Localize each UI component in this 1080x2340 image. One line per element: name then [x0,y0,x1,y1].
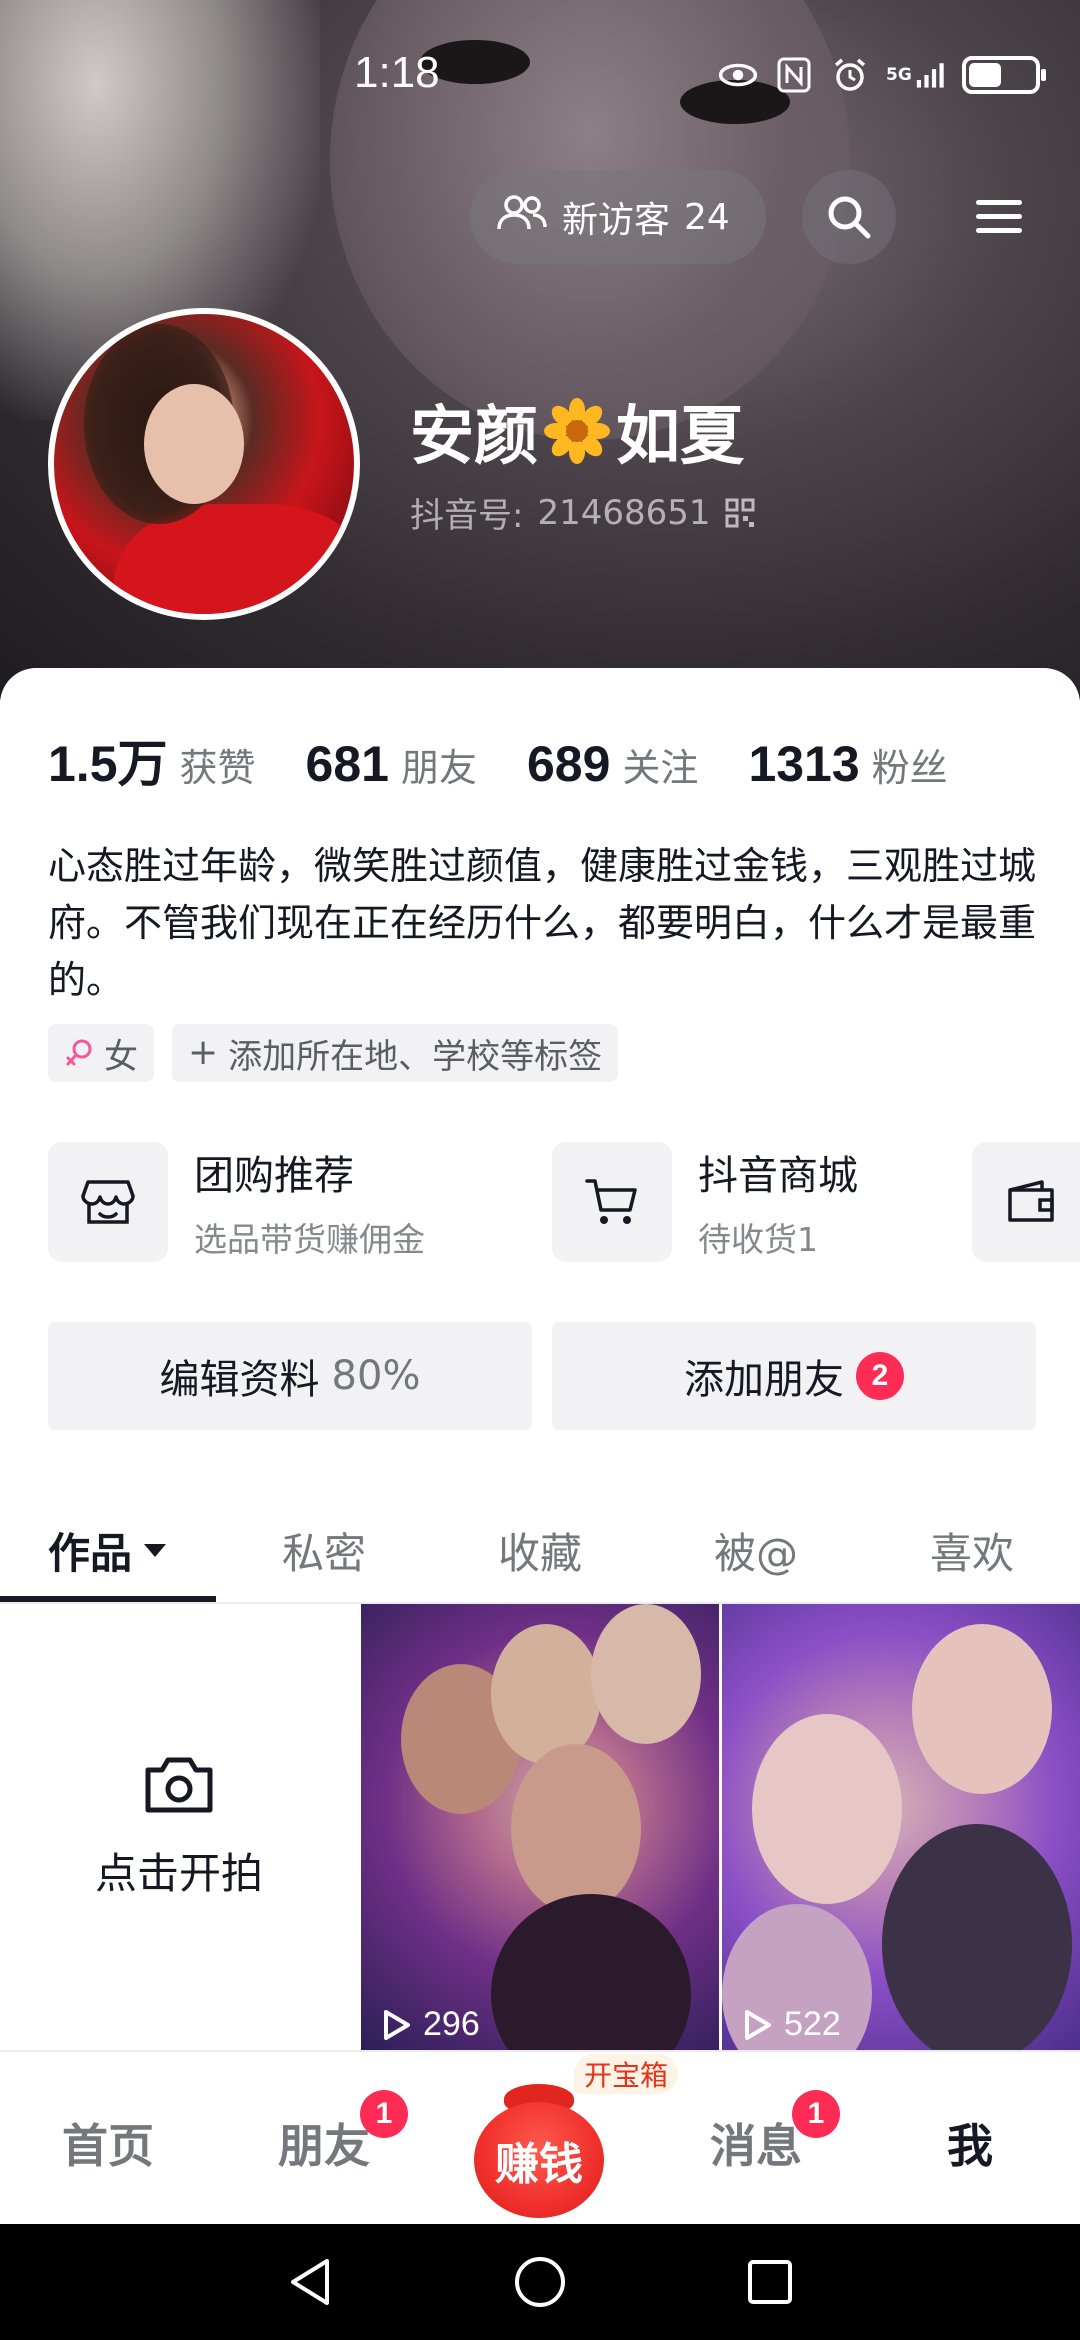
profile-avatar[interactable] [48,308,360,620]
home-button[interactable] [512,2254,568,2310]
eye-comfort-icon [718,57,758,93]
tab-favorites[interactable]: 收藏 [432,1498,648,1602]
play-count-value: 296 [423,2005,480,2043]
profile-tags: 女 + 添加所在地、学校等标签 [48,1024,619,1082]
play-icon [745,2009,771,2040]
douyin-id-label: 抖音号: [410,496,524,536]
nickname-part-1: 安颜 [410,400,538,474]
plus-icon: + [188,1032,219,1073]
network-type: 5G [886,64,912,85]
edit-profile-button[interactable]: 编辑资料 80% [48,1322,532,1430]
stat-following[interactable]: 689 关注 [527,735,698,793]
nav-me[interactable]: 我 [900,2110,1040,2176]
camera-icon [145,1757,213,1812]
douyin-id-value: 21468651 [537,492,711,533]
add-tag-label: 添加所在地、学校等标签 [228,1036,603,1077]
service-mall[interactable]: 抖音商城 待收货1 [552,1142,858,1262]
video-thumbnail[interactable]: 296 [361,1604,719,2050]
visitors-count: 24 [684,196,730,238]
female-icon [66,1039,92,1066]
profile-actions: 编辑资料 80% 添加朋友 2 [48,1322,1036,1430]
stat-likes[interactable]: 1.5万 获赞 [48,724,256,796]
alarm-icon [830,57,870,93]
back-button[interactable] [282,2254,338,2310]
hamburger-menu-icon [976,200,1022,233]
nfc-icon [774,57,814,93]
visitors-label: 新访客 [562,200,671,241]
video-thumbnail[interactable]: 522 [722,1604,1080,2050]
content-tabs: 作品 私密 收藏 被@ 喜欢 [0,1498,1080,1604]
add-friend-button[interactable]: 添加朋友 2 [552,1322,1036,1430]
shoot-video-tile[interactable]: 点击开拍 [0,1604,358,2050]
play-icon [384,2009,410,2040]
douyin-id-row[interactable]: 抖音号: 21468651 [410,488,755,537]
home-circle-icon [515,2257,565,2307]
battery-icon [962,56,1046,94]
recents-square-icon [748,2260,792,2304]
profile-bio[interactable]: 心态胜过年龄，微笑胜过颜值，健康胜过金钱，三观胜过城府。不管我们现在正在经历什么… [48,838,1038,1009]
tab-mentions-label: 被@ [713,1528,798,1578]
wallet-icon [972,1142,1080,1262]
tab-works[interactable]: 作品 [0,1498,216,1602]
sunflower-icon [544,398,610,464]
service-subtitle: 选品带货赚佣金 [194,1220,425,1259]
services-row: 团购推荐 选品带货赚佣金 抖音商城 待收货1 [48,1142,1080,1264]
profile-nickname: 安颜 如夏 [410,385,744,477]
profile-card: 1.5万 获赞 681 朋友 689 关注 1313 粉丝 心态胜过年龄，微笑胜… [0,668,1080,2050]
search-button[interactable] [802,170,896,264]
add-friend-label: 添加朋友 [684,1357,844,1403]
status-bar: 1:18 5G [0,0,1080,150]
nickname-part-2: 如夏 [616,400,744,474]
qr-code-icon[interactable] [725,498,755,528]
earn-label: 赚钱 [495,2139,583,2190]
caret-down-icon [144,1544,166,1557]
service-wallet[interactable] [972,1142,1080,1262]
shoot-label: 点击开拍 [94,1848,263,1898]
service-title: 团购推荐 [194,1153,354,1199]
stat-followers[interactable]: 1313 粉丝 [748,735,947,793]
messages-badge: 1 [792,2090,840,2138]
profile-stats: 1.5万 获赞 681 朋友 689 关注 1313 粉丝 [48,724,998,796]
add-friend-badge: 2 [856,1352,904,1400]
search-icon [828,196,871,239]
new-visitors-button[interactable]: 新访客 24 [470,170,766,264]
service-title: 抖音商城 [698,1153,858,1199]
bottom-navigation: 首页 朋友 1 赚钱 消息 1 我 [0,2050,1080,2224]
signal-icon: 5G [886,57,946,93]
status-icons: 5G [718,56,1046,94]
visitors-icon [496,193,548,242]
friends-badge: 1 [360,2090,408,2138]
tab-mentions[interactable]: 被@ [648,1498,864,1602]
menu-button[interactable] [952,170,1046,264]
tab-likes[interactable]: 喜欢 [864,1498,1080,1602]
tab-private-label: 私密 [281,1528,366,1578]
open-treasure-chest-tag[interactable]: 开宝箱 [574,2054,679,2094]
play-count: 522 [740,2005,841,2044]
tab-works-label: 作品 [47,1528,132,1578]
play-count: 296 [379,2005,480,2044]
tab-likes-label: 喜欢 [929,1528,1014,1578]
service-subtitle: 待收货1 [698,1220,818,1259]
money-bag-icon: 赚钱 [474,2102,604,2218]
gender-tag[interactable]: 女 [48,1024,154,1082]
edit-profile-label: 编辑资料 [159,1357,320,1403]
works-grid: 点击开拍 296 522 [0,1604,1080,2050]
earn-money-button[interactable]: 赚钱 [470,2084,610,2220]
nav-home[interactable]: 首页 [38,2110,178,2176]
tab-private[interactable]: 私密 [216,1498,432,1602]
back-triangle-icon [291,2259,329,2305]
active-tab-indicator [0,1596,216,1602]
gender-label: 女 [104,1036,138,1077]
tab-favorites-label: 收藏 [497,1528,582,1578]
status-time: 1:18 [354,48,440,97]
add-tag-button[interactable]: + 添加所在地、学校等标签 [172,1024,619,1082]
system-navigation-bar [0,2224,1080,2340]
recents-button[interactable] [742,2254,798,2310]
cart-icon [552,1142,672,1262]
store-icon [48,1142,168,1262]
service-group-buy[interactable]: 团购推荐 选品带货赚佣金 [48,1142,425,1262]
profile-completion-percent: 80% [331,1353,421,1399]
stat-friends[interactable]: 681 朋友 [306,735,477,793]
play-count-value: 522 [784,2005,841,2043]
